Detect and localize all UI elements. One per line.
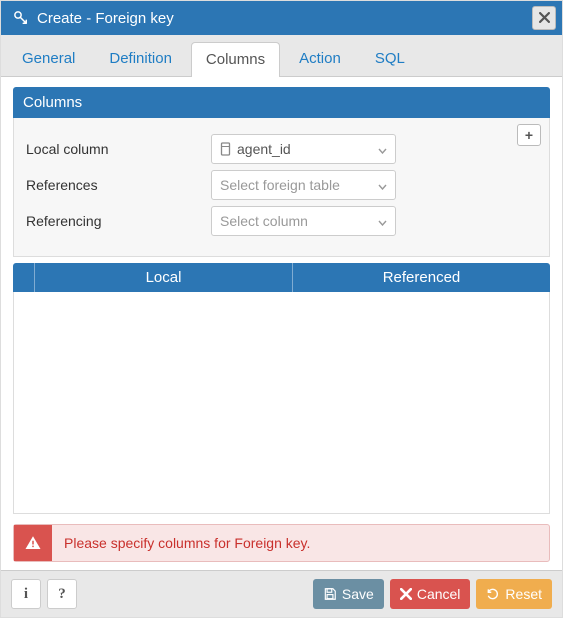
column-icon [220, 142, 231, 156]
row-referencing: Referencing Select column [26, 206, 537, 236]
tab-general[interactable]: General [7, 41, 90, 76]
reset-button-label: Reset [505, 586, 542, 602]
row-local-column: Local column agent_id [26, 134, 537, 164]
label-references: References [26, 177, 211, 193]
select-local-column[interactable]: agent_id [211, 134, 396, 164]
reset-icon [486, 587, 500, 601]
select-references[interactable]: Select foreign table [211, 170, 396, 200]
column-header-local: Local [35, 263, 293, 292]
cancel-button[interactable]: Cancel [390, 579, 471, 609]
warning-icon [14, 525, 52, 561]
columns-table-header: Local Referenced [13, 263, 550, 292]
form-area: + Local column agent_id References Se [13, 118, 550, 257]
section-header: Columns [13, 87, 550, 118]
close-icon [539, 10, 550, 27]
cancel-button-label: Cancel [417, 586, 461, 602]
select-referencing-placeholder: Select column [220, 213, 378, 229]
dialog-header: Create - Foreign key [1, 1, 562, 35]
info-button[interactable]: i [11, 579, 41, 609]
tab-definition[interactable]: Definition [94, 41, 187, 76]
table-gutter [13, 263, 35, 292]
help-button[interactable]: ? [47, 579, 77, 609]
tab-columns[interactable]: Columns [191, 42, 280, 77]
cancel-icon [400, 588, 412, 600]
question-icon: ? [58, 586, 66, 603]
reset-button[interactable]: Reset [476, 579, 552, 609]
tab-sql[interactable]: SQL [360, 41, 420, 76]
column-header-referenced: Referenced [293, 263, 550, 292]
label-local-column: Local column [26, 141, 211, 157]
foreign-key-icon [11, 8, 31, 28]
save-icon [323, 587, 337, 601]
caret-down-icon [378, 141, 387, 157]
select-references-placeholder: Select foreign table [220, 177, 378, 193]
row-references: References Select foreign table [26, 170, 537, 200]
caret-down-icon [378, 177, 387, 193]
caret-down-icon [378, 213, 387, 229]
foreign-key-dialog: Create - Foreign key General Definition … [0, 0, 563, 618]
error-alert: Please specify columns for Foreign key. [13, 524, 550, 562]
dialog-title: Create - Foreign key [37, 10, 174, 27]
add-column-button[interactable]: + [517, 124, 541, 146]
dialog-body: Columns + Local column agent_id Refe [1, 77, 562, 524]
save-button[interactable]: Save [313, 579, 384, 609]
save-button-label: Save [342, 586, 374, 602]
columns-table-body [13, 292, 550, 514]
select-referencing[interactable]: Select column [211, 206, 396, 236]
tab-bar: General Definition Columns Action SQL [1, 35, 562, 77]
tab-action[interactable]: Action [284, 41, 356, 76]
close-button[interactable] [532, 6, 556, 30]
info-icon: i [24, 586, 28, 603]
alert-message: Please specify columns for Foreign key. [52, 525, 322, 561]
select-local-column-value: agent_id [237, 141, 378, 157]
dialog-footer: i ? Save Cancel Reset [1, 570, 562, 617]
plus-icon: + [525, 127, 533, 143]
label-referencing: Referencing [26, 213, 211, 229]
